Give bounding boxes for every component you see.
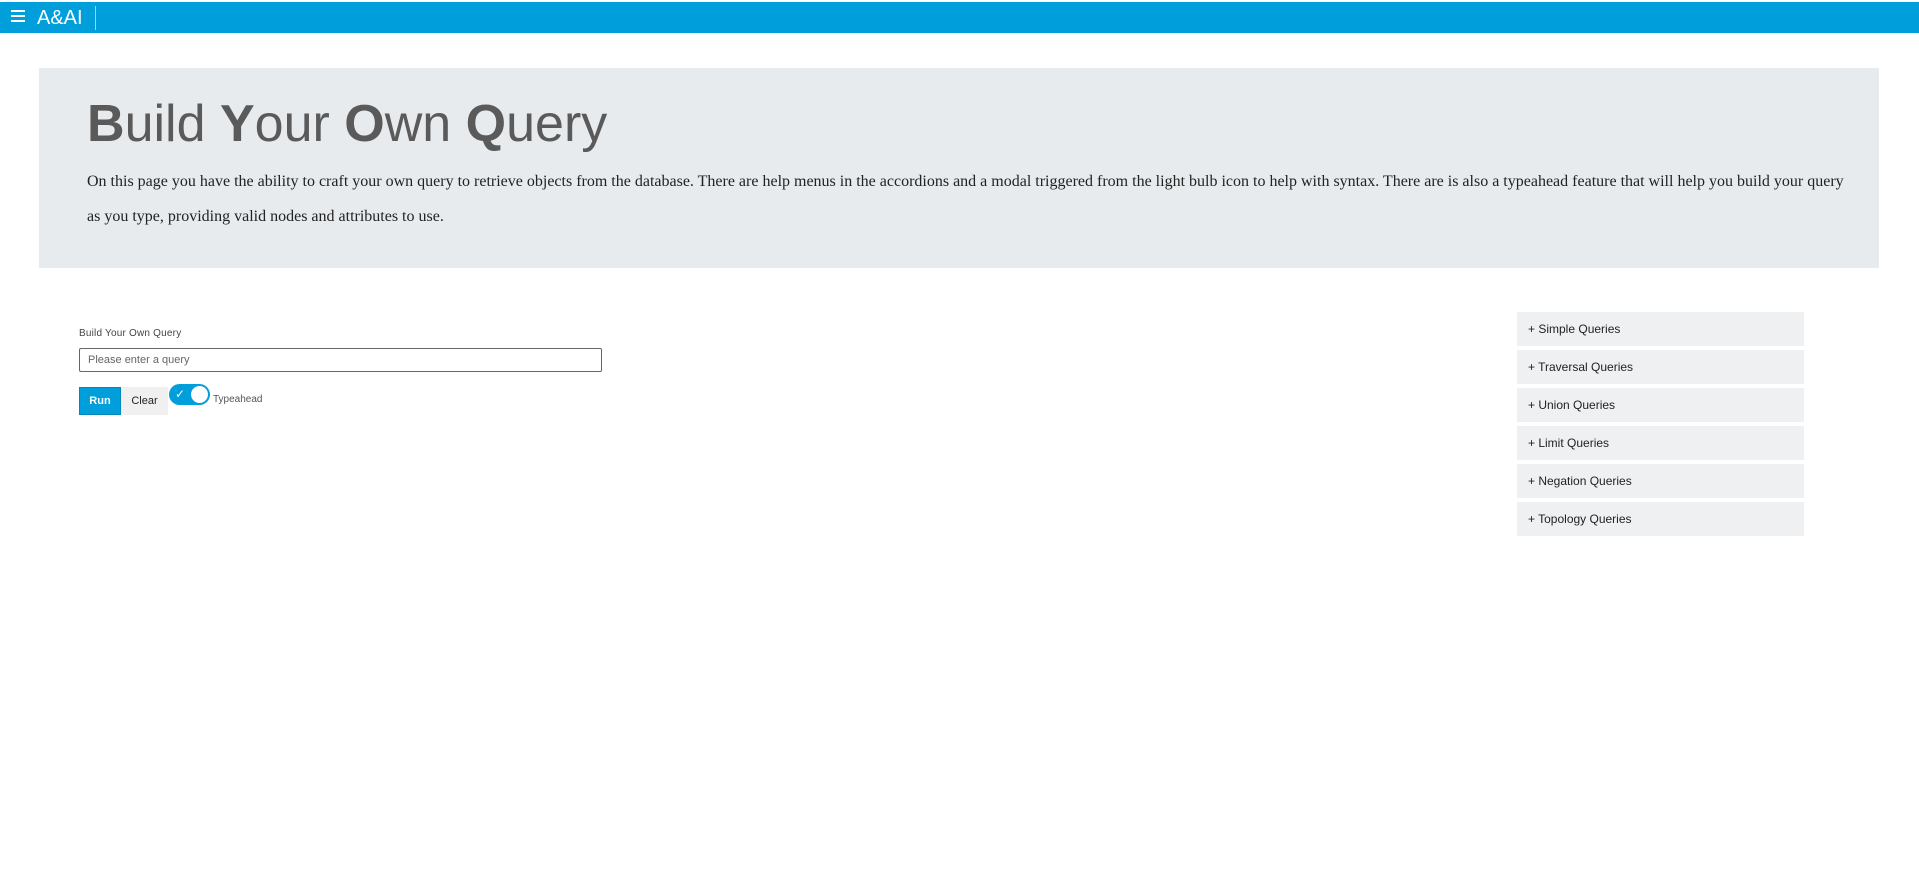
toggle-knob — [191, 386, 208, 403]
accordion-topology-queries[interactable]: + Topology Queries — [1517, 502, 1804, 536]
check-icon: ✓ — [175, 387, 186, 401]
title-word-rest: wn — [384, 95, 452, 153]
accordion-limit-queries[interactable]: + Limit Queries — [1517, 426, 1804, 460]
typeahead-toggle[interactable]: ✓ — [169, 384, 210, 405]
brand-divider — [95, 6, 96, 30]
accordion-traversal-queries[interactable]: + Traversal Queries — [1517, 350, 1804, 384]
query-input[interactable] — [79, 348, 602, 372]
title-word-rest: uery — [506, 95, 608, 153]
clear-button[interactable]: Clear — [121, 387, 168, 415]
top-navbar: A&AI — [0, 2, 1919, 33]
title-initial: O — [344, 95, 385, 153]
run-button[interactable]: Run — [79, 387, 121, 415]
title-word-rest: our — [254, 95, 330, 153]
accordion-union-queries[interactable]: + Union Queries — [1517, 388, 1804, 422]
accordion-negation-queries[interactable]: + Negation Queries — [1517, 464, 1804, 498]
query-label: Build Your Own Query — [79, 328, 182, 339]
title-initial: B — [87, 95, 125, 153]
title-initial: Q — [465, 95, 507, 153]
page-description: On this page you have the ability to cra… — [87, 173, 1844, 225]
brand-title[interactable]: A&AI — [37, 7, 83, 29]
title-word-rest: uild — [124, 95, 206, 153]
query-help-accordion: + Simple Queries + Traversal Queries + U… — [1517, 312, 1804, 540]
hamburger-menu-icon[interactable] — [11, 10, 25, 23]
title-initial: Y — [219, 95, 255, 153]
typeahead-label: Typeahead — [213, 394, 263, 405]
accordion-simple-queries[interactable]: + Simple Queries — [1517, 312, 1804, 346]
page-title: Build Your Own Query — [87, 94, 607, 154]
page-jumbotron: Build Your Own Query On this page you ha… — [39, 68, 1879, 268]
